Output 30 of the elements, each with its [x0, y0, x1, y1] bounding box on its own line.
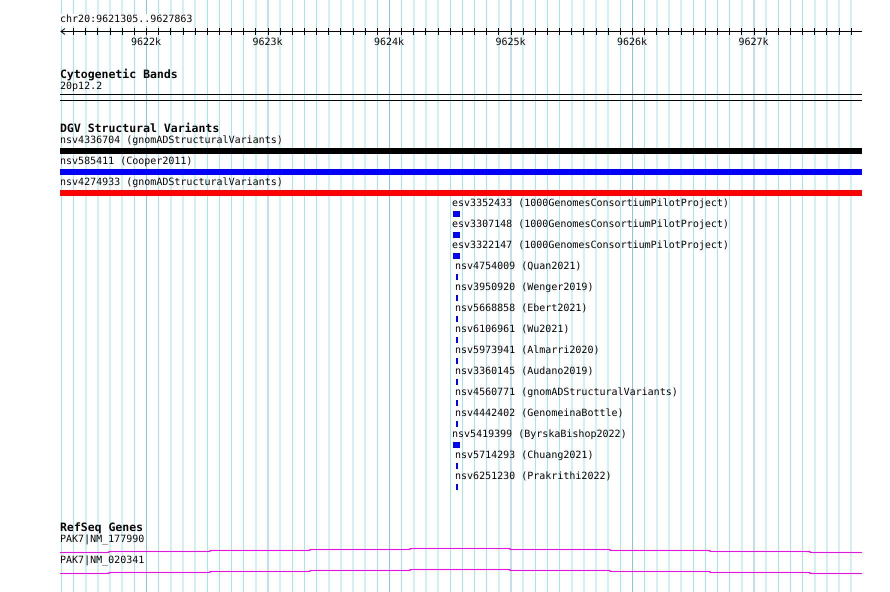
variant-label: nsv6251230 (Prakrithi2022): [455, 471, 612, 483]
variant-label: nsv585411 (Cooper2011): [60, 156, 192, 168]
variant-label: nsv3950920 (Wenger2019): [455, 282, 594, 294]
variant-label: nsv5419399 (ByrskaBishop2022): [452, 429, 627, 441]
variant-label: esv3322147 (1000GenomesConsortiumPilotProject): [452, 240, 729, 252]
variant-label: nsv4560771 (gnomADStructuralVariants): [455, 387, 678, 399]
variant-label: esv3352433 (1000GenomesConsortiumPilotProject): [452, 198, 729, 210]
variant-label: nsv3360145 (Audano2019): [455, 366, 594, 378]
variant-label: nsv6106961 (Wu2021): [455, 324, 570, 336]
tick-label: 9623k: [252, 37, 283, 48]
gene-label: PAK7|NM_177990: [60, 534, 144, 546]
variant-label: esv3307148 (1000GenomesConsortiumPilotProject): [452, 219, 729, 231]
variant-label: nsv5668858 (Ebert2021): [455, 303, 588, 315]
tick-label: 9627k: [738, 37, 769, 48]
variant-label: nsv4336704 (gnomADStructuralVariants): [60, 135, 283, 147]
variant-label: nsv4754009 (Quan2021): [455, 261, 582, 273]
tick-label: 9626k: [616, 37, 648, 48]
variant-label: nsv4274933 (gnomADStructuralVariants): [60, 177, 283, 189]
variant-label: nsv5714293 (Chuang2021): [455, 450, 594, 462]
tick-label: 9624k: [374, 37, 404, 48]
variant-label: nsv4442402 (GenomeinaBottle): [455, 408, 624, 420]
tick-label: 9622k: [130, 37, 162, 48]
variant-label: nsv5973941 (Almarri2020): [455, 345, 600, 357]
location-label: chr20:9621305..9627863: [60, 14, 192, 26]
gene-label: PAK7|NM_020341: [60, 555, 144, 567]
tick-label: 9625k: [495, 37, 526, 48]
track-title: Cytogenetic Bands: [60, 68, 178, 80]
track-title: DGV Structural Variants: [60, 122, 220, 134]
band-label: 20p12.2: [60, 81, 102, 93]
track-title: RefSeq Genes: [60, 521, 144, 533]
